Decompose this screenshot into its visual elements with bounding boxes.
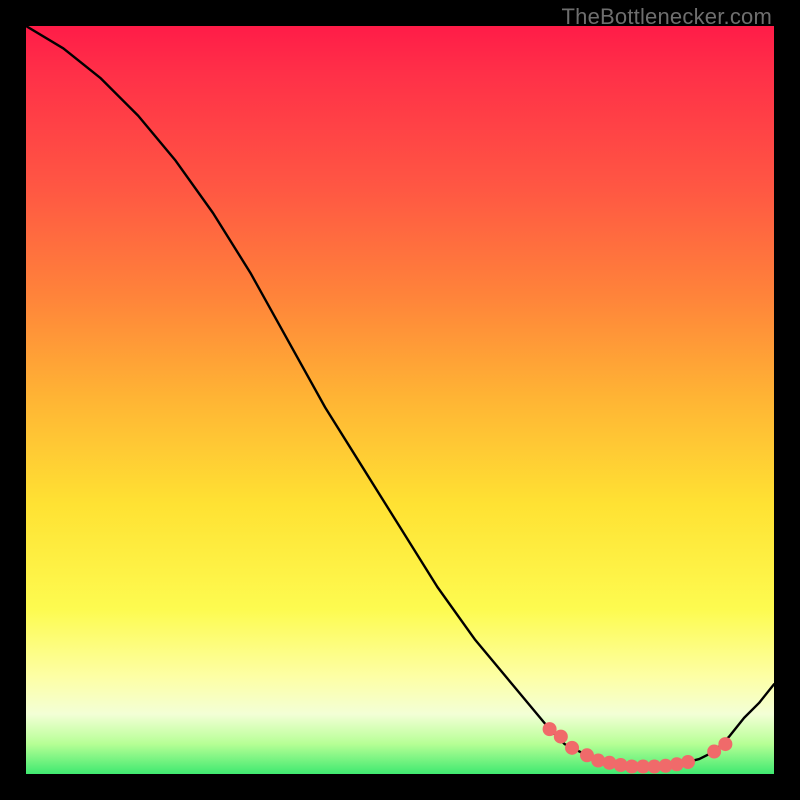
chart-frame: TheBottlenecker.com — [0, 0, 800, 800]
plot-area — [26, 26, 774, 774]
curve-marker — [718, 737, 732, 751]
curve-marker — [681, 755, 695, 769]
curve-line — [26, 26, 774, 767]
curve-marker — [565, 741, 579, 755]
chart-svg — [26, 26, 774, 774]
curve-marker — [554, 730, 568, 744]
curve-markers — [543, 722, 733, 773]
